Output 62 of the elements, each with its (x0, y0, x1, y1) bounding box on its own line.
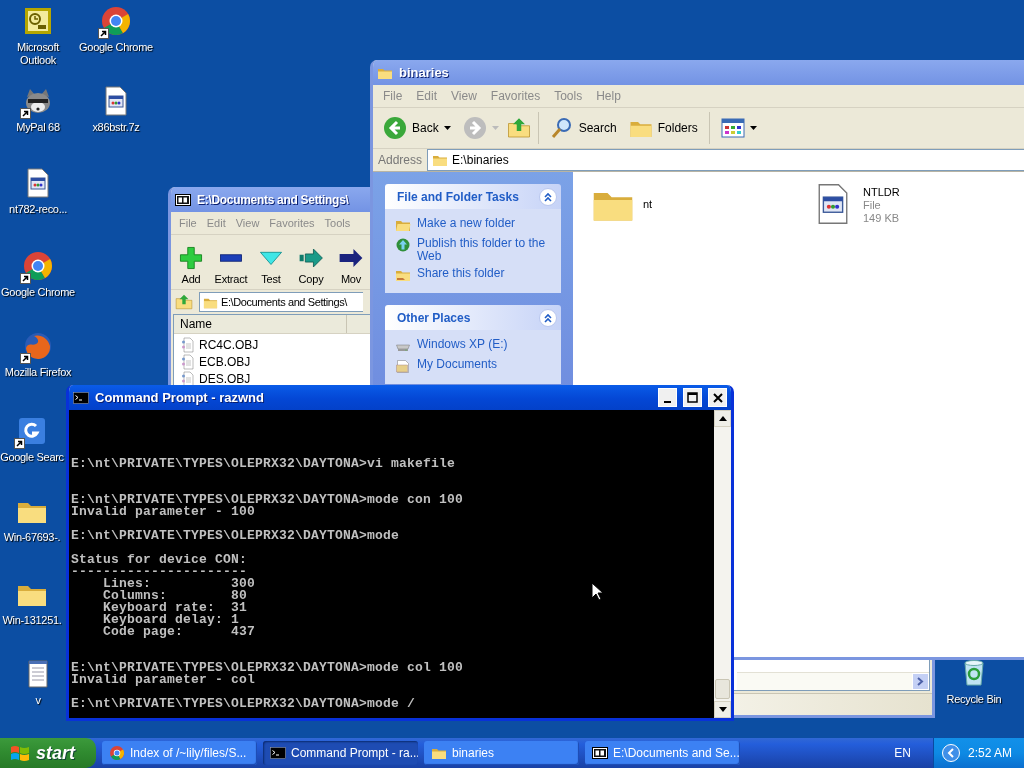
console-line: E:\nt\PRIVATE\TYPES\OLEPRX32\DAYTONA>mode / (71, 698, 416, 710)
window-title: E:\Documents and Settings\ (197, 192, 349, 207)
console-line: Keyboard delay: 1 (102, 614, 240, 626)
toolbar-button[interactable]: Mov (331, 245, 371, 285)
toolbar-button[interactable]: Copy (291, 245, 331, 285)
file-name[interactable]: DES.OBJ (199, 371, 251, 386)
task-link[interactable]: Windows XP (E:) (417, 338, 508, 351)
console-line: E:\nt\PRIVATE\TYPES\OLEPRX32\DAYTONA>mode con 100 (71, 494, 464, 506)
desktop-icon-label[interactable]: Google Chrome (79, 41, 153, 54)
console-line: Columns: 80 (102, 590, 248, 602)
desktop-icon-label[interactable]: v (35, 694, 41, 707)
file-size: 149 KB (863, 212, 900, 225)
address-field[interactable]: E:\binaries (427, 149, 1024, 171)
console-line: E:\nt\PRIVATE\TYPES\OLEPRX32\DAYTONA>vi makefile (71, 458, 456, 470)
desktop-icon-label[interactable]: MyPal 68 (16, 121, 60, 134)
file-name[interactable]: NTLDR (863, 186, 900, 199)
file-name[interactable]: ECB.OBJ (199, 354, 251, 369)
column-header[interactable]: Name (174, 315, 347, 333)
folders-button[interactable]: Folders (624, 114, 702, 142)
desktop-icon-label[interactable]: Google Chrome (1, 286, 75, 299)
desktop-icon-label[interactable]: Mozilla Firefox (4, 366, 72, 379)
file-name[interactable]: nt (643, 186, 653, 211)
desktop-icon-label[interactable]: Recycle Bin (946, 693, 1002, 706)
language-indicator[interactable]: EN (894, 746, 911, 760)
console-line: Invalid parameter - 100 (71, 506, 256, 518)
taskbar-button[interactable]: binaries (424, 741, 579, 765)
start-button[interactable]: start (0, 738, 96, 768)
task-link[interactable]: My Documents (417, 358, 498, 371)
console-line: Lines: 300 (102, 578, 256, 590)
desktop-icon-label[interactable]: nt782-reco... (9, 203, 67, 216)
toolbar-button[interactable]: Test (251, 245, 291, 285)
desktop-icon-label[interactable]: Win-131251. (2, 614, 62, 627)
search-button[interactable]: Search (545, 114, 621, 142)
panel-title: Other Places (397, 310, 471, 325)
window-title: binaries (399, 65, 449, 80)
file-name[interactable]: RC4C.OBJ (199, 337, 259, 352)
console-line: ---------------------- (71, 566, 248, 578)
taskbar-button[interactable]: Index of /~lily/files/S... (102, 741, 257, 765)
desktop-icon-label[interactable]: x86bstr.7z (92, 121, 140, 134)
toolbar-button[interactable]: Extract (211, 245, 251, 285)
console-line: Keyboard rate: 31 (102, 602, 248, 614)
console-line: Code page: 437 (102, 626, 256, 638)
taskbar-button[interactable]: E:\Documents and Se... (585, 741, 740, 765)
panel-title: File and Folder Tasks (397, 189, 519, 204)
toolbar-button[interactable]: Add (171, 245, 211, 285)
clock: 2:52 AM (967, 746, 1012, 760)
desktop-icon-label[interactable]: Win-67693-. (3, 531, 61, 544)
console-line: E:\nt\PRIVATE\TYPES\OLEPRX32\DAYTONA>mode col 100 (71, 662, 464, 674)
console-line: Invalid parameter - col (71, 674, 256, 686)
file-type: File (863, 199, 882, 212)
address-label: Address (377, 153, 424, 167)
task-link[interactable]: Make a new folder (417, 217, 516, 230)
address-field[interactable]: E:\Documents and Settings\ (199, 292, 363, 312)
console-line: E:\nt\PRIVATE\TYPES\OLEPRX32\DAYTONA>mode (71, 530, 400, 542)
console-line: Status for device CON: (71, 554, 248, 566)
desktop-icon-label[interactable]: Microsoft Outlook (0, 41, 76, 67)
desktop-icon-label[interactable]: Google Searc (0, 451, 64, 464)
window-title: Command Prompt - razwnd (95, 390, 264, 405)
task-link[interactable]: Publish this folder to the Web (417, 237, 551, 263)
task-link[interactable]: Share this folder (417, 267, 505, 280)
taskbar-button[interactable]: Command Prompt - ra... (263, 741, 418, 765)
back-button[interactable]: Back (379, 114, 455, 142)
